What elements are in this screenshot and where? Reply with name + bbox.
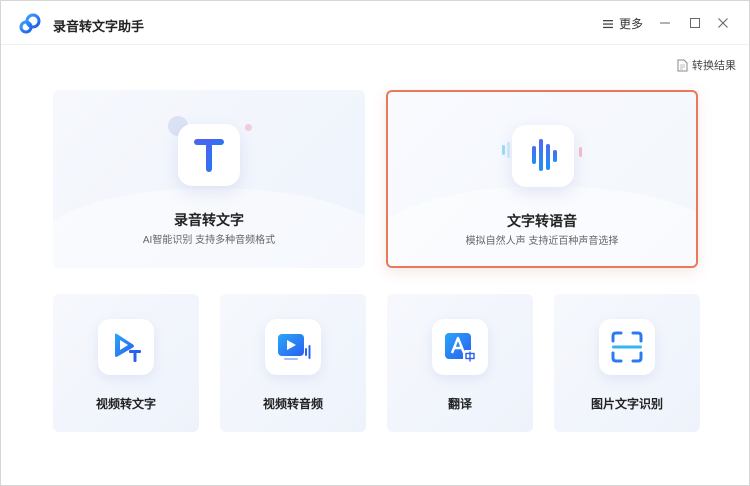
card-subtitle: 模拟自然人声 支持近百种声音选择 — [465, 236, 619, 247]
feature-card-audio-to-text[interactable]: 录音转文字 AI智能识别 支持多种音频格式 — [53, 90, 365, 268]
video-to-text-icon — [98, 319, 154, 375]
translate-icon — [432, 319, 488, 375]
card-title: 文字转语音 — [507, 213, 577, 229]
sound-wave-left-icon — [502, 142, 510, 158]
menu-icon — [603, 19, 613, 28]
card-title: 视频转音频 — [262, 397, 323, 411]
card-title: 翻译 — [447, 397, 472, 411]
feature-card-translate[interactable]: 翻译 — [387, 294, 533, 432]
convert-result-label: 转换结果 — [692, 60, 736, 72]
app-window: 录音转文字助手 更多 转换结果 录音转文字 AI智能识别 支持多种音频格式 文字… — [0, 0, 750, 486]
feature-card-video-to-audio[interactable]: 视频转音频 — [220, 294, 366, 432]
maximize-button[interactable] — [685, 13, 705, 33]
app-title: 录音转文字助手 — [53, 19, 145, 34]
sound-wave-icon — [512, 125, 574, 187]
video-to-audio-icon — [265, 319, 321, 375]
close-icon — [718, 18, 728, 28]
convert-result-link[interactable]: 转换结果 — [677, 57, 736, 73]
feature-card-image-ocr[interactable]: 图片文字识别 — [554, 294, 700, 432]
card-subtitle: AI智能识别 支持多种音频格式 — [142, 235, 276, 246]
app-logo-icon — [19, 13, 41, 34]
image-ocr-icon — [599, 319, 655, 375]
feature-card-text-to-speech[interactable]: 文字转语音 模拟自然人声 支持近百种声音选择 — [386, 90, 698, 268]
card-title: 图片文字识别 — [590, 397, 663, 411]
text-t-icon — [178, 124, 240, 186]
card-title: 录音转文字 — [174, 212, 244, 228]
maximize-icon — [690, 18, 700, 28]
card-title: 视频转文字 — [95, 397, 156, 411]
sound-wave-right-icon — [579, 147, 582, 157]
more-menu-button[interactable]: 更多 — [602, 15, 643, 32]
minimize-icon — [660, 22, 670, 24]
decor-dot — [245, 124, 252, 131]
minimize-button[interactable] — [655, 13, 675, 33]
document-icon — [677, 59, 688, 71]
feature-card-video-to-text[interactable]: 视频转文字 — [53, 294, 199, 432]
title-bar: 录音转文字助手 更多 — [1, 1, 749, 45]
close-button[interactable] — [713, 13, 733, 33]
more-label: 更多 — [619, 17, 644, 31]
